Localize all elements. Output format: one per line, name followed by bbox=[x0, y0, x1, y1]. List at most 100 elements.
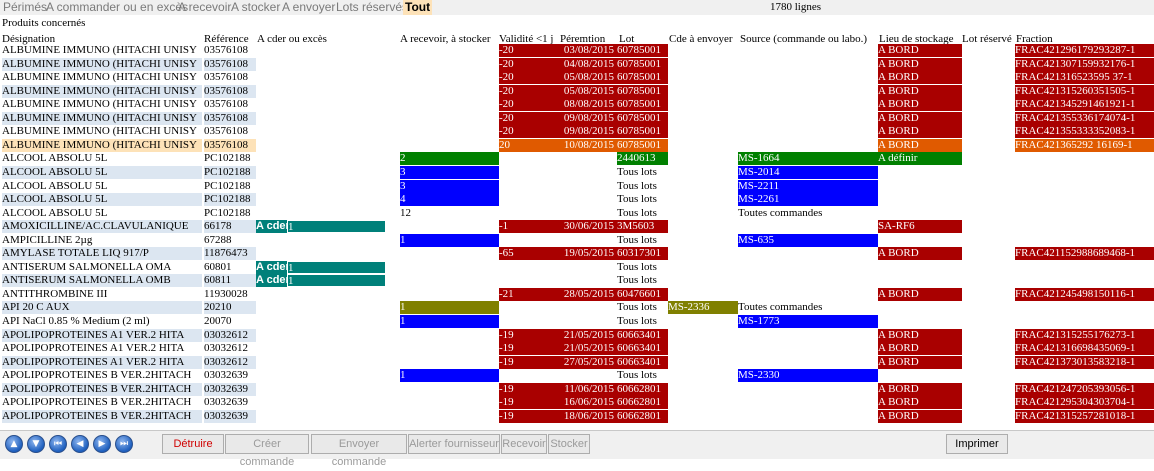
cell-lieu[interactable]: A BORD bbox=[878, 71, 962, 85]
cell-a-cder-qty[interactable]: 1 bbox=[287, 274, 386, 288]
cell-fraction[interactable]: FRAC421315257281018-1 bbox=[1015, 409, 1154, 423]
cell-reference[interactable]: PC102188 bbox=[204, 180, 256, 193]
cell-lieu[interactable]: A BORD bbox=[878, 328, 962, 342]
cell-validite[interactable]: -19 bbox=[499, 342, 558, 356]
cell-designation[interactable]: ALCOOL ABSOLU 5L bbox=[2, 193, 202, 207]
cell-reference[interactable]: 03576108 bbox=[204, 125, 256, 138]
cell-designation[interactable]: ALBUMINE IMMUNO (HITACHI UNISY bbox=[2, 138, 202, 152]
cell-fraction[interactable]: FRAC421316523595 37-1 bbox=[1015, 71, 1154, 85]
tab-tout[interactable]: Tout bbox=[403, 0, 433, 15]
table-row[interactable]: ALBUMINE IMMUNO (HITACHI UNISY 03576108 -2… bbox=[0, 98, 1154, 112]
tab-a-stocker[interactable]: A stocker bbox=[231, 0, 280, 15]
cell-lieu[interactable]: SA-RF6 bbox=[878, 220, 962, 234]
table-row[interactable]: ALBUMINE IMMUNO (HITACHI UNISY 03576108 -2… bbox=[0, 111, 1154, 126]
cell-a-recevoir[interactable]: 1 bbox=[400, 233, 499, 247]
cell-validite[interactable]: -19 bbox=[499, 409, 558, 423]
cell-lieu[interactable]: A définir bbox=[878, 152, 962, 166]
cell-source[interactable]: MS-2211 bbox=[738, 179, 878, 193]
cell-designation[interactable]: API 20 C AUX bbox=[2, 301, 202, 315]
cell-lieu[interactable]: A BORD bbox=[878, 382, 962, 396]
cell-lot[interactable]: Tous lots bbox=[617, 207, 668, 220]
cell-lot[interactable]: Tous lots bbox=[617, 301, 668, 314]
envoyer-commande-button[interactable]: Envoyer commande bbox=[311, 434, 407, 468]
cell-reference[interactable]: PC102188 bbox=[204, 152, 256, 165]
cell-validite[interactable]: -20 bbox=[499, 57, 558, 71]
cell-reference[interactable]: 03576108 bbox=[204, 111, 256, 125]
table-row[interactable]: ALCOOL ABSOLU 5L PC102188 3 Tous lots MS-221… bbox=[0, 179, 1154, 194]
previous-page-icon[interactable]: ◀ bbox=[71, 435, 89, 453]
tab-a-envoyer[interactable]: A envoyer bbox=[282, 0, 335, 15]
cell-designation[interactable]: ALCOOL ABSOLU 5L bbox=[2, 152, 202, 165]
cell-reference[interactable]: PC102188 bbox=[204, 207, 256, 220]
alerter-fournisseur-button[interactable]: Alerter fournisseur bbox=[408, 434, 500, 454]
cell-fraction[interactable]: FRAC421245498150116-1 bbox=[1015, 287, 1154, 301]
cell-peremption[interactable]: 04/08/2015 bbox=[558, 57, 617, 71]
cell-reference[interactable]: 60801 bbox=[204, 261, 256, 274]
table-row[interactable]: APOLIPOPROTEINES B VER.2HITACH 03032639 1 T… bbox=[0, 369, 1154, 383]
table-row[interactable]: APOLIPOPROTEINES A1 VER.2 HITA 03032612 -1… bbox=[0, 342, 1154, 356]
cell-lot[interactable]: Tous lots bbox=[617, 274, 668, 287]
table-row[interactable]: API NaCl 0.85 % Medium (2 ml) 20070 1 Tous … bbox=[0, 315, 1154, 329]
cell-lot[interactable]: 60785001 bbox=[617, 98, 668, 112]
cell-fraction[interactable]: FRAC421355333352083-1 bbox=[1015, 125, 1154, 139]
cell-peremption[interactable]: 08/08/2015 bbox=[558, 98, 617, 112]
cell-fraction[interactable]: FRAC421365292 16169-1 bbox=[1015, 138, 1154, 152]
table-row[interactable]: APOLIPOPROTEINES B VER.2HITACH 03032639 -1… bbox=[0, 396, 1154, 410]
cell-validite[interactable]: -1 bbox=[499, 220, 558, 234]
cell-peremption[interactable]: 21/05/2015 bbox=[558, 342, 617, 356]
cell-fraction[interactable]: FRAC421296179293287-1 bbox=[1015, 44, 1154, 57]
cell-lieu[interactable]: A BORD bbox=[878, 138, 962, 152]
cell-validite[interactable]: -20 bbox=[499, 71, 558, 85]
cell-lieu[interactable]: A BORD bbox=[878, 84, 962, 98]
cell-peremption[interactable]: 28/05/2015 bbox=[558, 287, 617, 301]
table-row[interactable]: APOLIPOPROTEINES B VER.2HITACH 03032639 -1… bbox=[0, 382, 1154, 397]
tab-a-recevoir[interactable]: A recevoir bbox=[178, 0, 231, 15]
cell-lieu[interactable]: A BORD bbox=[878, 44, 962, 57]
cell-a-cder-qty[interactable]: 1 bbox=[287, 220, 386, 234]
table-row[interactable]: APOLIPOPROTEINES A1 VER.2 HITA 03032612 -1… bbox=[0, 328, 1154, 343]
recevoir-button[interactable]: Recevoir bbox=[501, 434, 547, 454]
table-row[interactable]: AMYLASE TOTALE LIQ 917/P 11876473 -65 19/05… bbox=[0, 247, 1154, 261]
cell-designation[interactable]: ALBUMINE IMMUNO (HITACHI UNISY bbox=[2, 125, 202, 138]
cell-source[interactable]: MS-635 bbox=[738, 233, 878, 247]
cell-lot[interactable]: Tous lots bbox=[617, 166, 668, 179]
cell-fraction[interactable]: FRAC421315255176273-1 bbox=[1015, 328, 1154, 342]
cell-fraction[interactable]: FRAC421355336174074-1 bbox=[1015, 111, 1154, 125]
table-row[interactable]: APOLIPOPROTEINES B VER.2HITACH 03032639 -1… bbox=[0, 409, 1154, 424]
cell-lot[interactable]: 60476601 bbox=[617, 287, 668, 301]
cell-reference[interactable]: 03576108 bbox=[204, 84, 256, 98]
cell-designation[interactable]: API NaCl 0.85 % Medium (2 ml) bbox=[2, 315, 202, 328]
cell-lieu[interactable]: A BORD bbox=[878, 287, 962, 301]
cell-designation[interactable]: ANTITHROMBINE III bbox=[2, 288, 202, 301]
scroll-up-icon[interactable]: ▲ bbox=[5, 435, 23, 453]
cell-peremption[interactable]: 03/08/2015 bbox=[558, 44, 617, 57]
cell-peremption[interactable]: 11/06/2015 bbox=[558, 382, 617, 396]
cell-lieu[interactable]: A BORD bbox=[878, 396, 962, 410]
cell-lot[interactable]: 60663401 bbox=[617, 355, 668, 369]
cell-lot[interactable]: 60662801 bbox=[617, 409, 668, 423]
cell-designation[interactable]: ALBUMINE IMMUNO (HITACHI UNISY bbox=[2, 57, 202, 71]
imprimer-button[interactable]: Imprimer bbox=[946, 434, 1008, 454]
table-row[interactable]: ANTISERUM SALMONELLA OMA 60801 A cder 1 Tous… bbox=[0, 260, 1154, 275]
cell-lot[interactable]: 60785001 bbox=[617, 71, 668, 85]
cell-peremption[interactable]: 05/08/2015 bbox=[558, 84, 617, 98]
cell-a-cder[interactable]: A cder bbox=[256, 220, 287, 234]
cell-peremption[interactable]: 10/08/2015 bbox=[558, 138, 617, 152]
table-row[interactable]: ALBUMINE IMMUNO (HITACHI UNISY 03576108 -2… bbox=[0, 57, 1154, 72]
cell-fraction[interactable]: FRAC421316698435069-1 bbox=[1015, 342, 1154, 356]
cell-reference[interactable]: 03032612 bbox=[204, 328, 256, 342]
cell-reference[interactable]: 03032639 bbox=[204, 369, 256, 382]
table-row[interactable]: APOLIPOPROTEINES A1 VER.2 HITA 03032612 -1… bbox=[0, 355, 1154, 370]
cell-lot[interactable]: 60785001 bbox=[617, 125, 668, 139]
cell-designation[interactable]: ALBUMINE IMMUNO (HITACHI UNISY bbox=[2, 111, 202, 125]
cell-designation[interactable]: AMOXICILLINE/AC.CLAVULANIQUE bbox=[2, 220, 202, 234]
cell-a-recevoir[interactable]: 1 bbox=[400, 369, 499, 383]
cell-validite[interactable]: -21 bbox=[499, 287, 558, 301]
cell-validite[interactable]: 20 bbox=[499, 138, 558, 152]
cell-a-recevoir[interactable]: 1 bbox=[400, 315, 499, 328]
cell-validite[interactable]: -20 bbox=[499, 125, 558, 139]
cell-reference[interactable]: 20070 bbox=[204, 315, 256, 328]
cell-designation[interactable]: APOLIPOPROTEINES A1 VER.2 HITA bbox=[2, 355, 202, 369]
cell-a-recevoir[interactable]: 4 bbox=[400, 193, 499, 207]
cell-source[interactable]: MS-2014 bbox=[738, 165, 878, 179]
